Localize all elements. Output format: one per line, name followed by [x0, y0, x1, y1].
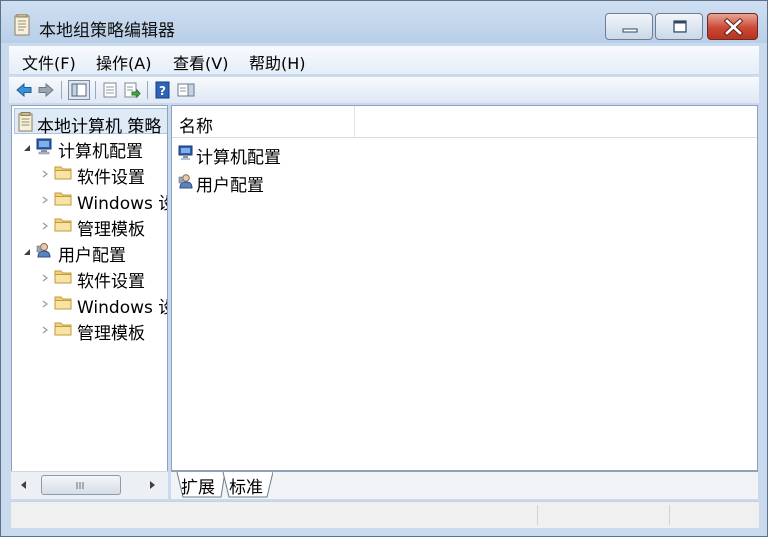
scroll-thumb[interactable]: [41, 475, 121, 495]
toolbar-separator: [61, 81, 62, 99]
window-title: 本地组策略编辑器: [39, 21, 175, 41]
properties-icon[interactable]: [101, 81, 119, 99]
tree-node-admin-templates[interactable]: 管理模板: [40, 213, 167, 240]
tab-extended[interactable]: 扩展: [181, 473, 215, 498]
title-bar[interactable]: 本地组策略编辑器: [1, 1, 767, 43]
user-icon: [36, 243, 51, 258]
toolbar-separator: [147, 81, 148, 99]
computer-icon: [178, 145, 193, 160]
minimize-icon: [622, 28, 638, 33]
tree-node-user-config[interactable]: 用户配置: [20, 239, 167, 266]
folder-icon: [54, 322, 72, 336]
maximize-icon: [673, 20, 687, 33]
policy-document-icon: [14, 14, 30, 36]
tree-node-computer-config[interactable]: 计算机配置: [20, 135, 167, 162]
status-divider: [537, 505, 538, 525]
policy-document-icon: [18, 112, 33, 132]
show-action-pane-icon[interactable]: [177, 81, 195, 99]
export-list-icon[interactable]: [123, 81, 141, 99]
minimize-button[interactable]: [605, 13, 653, 40]
collapsed-chevron-icon[interactable]: [40, 325, 50, 335]
tree-node-windows-settings[interactable]: Windows 设置: [40, 291, 167, 318]
folder-icon: [54, 192, 72, 206]
toolbar-separator: [95, 81, 96, 99]
close-icon: [723, 17, 744, 37]
tree-node-windows-settings[interactable]: Windows 设置: [40, 187, 167, 214]
help-icon[interactable]: ?: [154, 81, 172, 99]
list-item-user-config[interactable]: 用户配置: [176, 169, 376, 196]
column-header-row: 名称: [172, 106, 757, 138]
tree-node-software-settings[interactable]: 软件设置: [40, 161, 167, 188]
tree-node-label: 管理模板: [77, 220, 145, 240]
computer-icon: [36, 138, 52, 155]
collapsed-chevron-icon[interactable]: [40, 221, 50, 231]
tree-pane[interactable]: 本地计算机 策略 计算机配置 软件设置 Windows 管理模板 用户配置 软件…: [11, 105, 168, 499]
column-header-label: 名称: [179, 117, 213, 137]
list-item-computer-config[interactable]: 计算机配置: [176, 141, 376, 168]
menu-action[interactable]: 操作(A): [96, 50, 151, 74]
back-icon[interactable]: [15, 81, 33, 99]
menu-help[interactable]: 帮助(H): [249, 50, 306, 74]
maximize-button[interactable]: [655, 13, 703, 40]
folder-icon: [54, 296, 72, 310]
status-bar: [11, 501, 759, 528]
details-pane[interactable]: 名称 计算机配置 用户配置: [171, 105, 758, 471]
close-button[interactable]: [707, 13, 758, 40]
collapsed-chevron-icon[interactable]: [40, 299, 50, 309]
list-item-label: 用户配置: [196, 176, 264, 196]
svg-text:?: ?: [159, 84, 166, 98]
user-icon: [178, 174, 193, 189]
tree-node-label: 管理模板: [77, 324, 145, 344]
toolbar: ?: [9, 76, 759, 103]
folder-icon: [54, 218, 72, 232]
tree-node-label: 用户配置: [58, 246, 126, 266]
tab-standard[interactable]: 标准: [229, 473, 263, 498]
tree-node-label: 软件设置: [77, 168, 145, 188]
collapsed-chevron-icon[interactable]: [40, 169, 50, 179]
status-divider: [669, 505, 670, 525]
tree-node-label: Windows 设置: [77, 194, 167, 214]
tree-node-label: 计算机配置: [58, 142, 143, 162]
forward-icon[interactable]: [37, 81, 55, 99]
collapsed-chevron-icon[interactable]: [40, 273, 50, 283]
list-item-label: 计算机配置: [196, 148, 281, 168]
tree-node-label: 软件设置: [77, 272, 145, 292]
tree-root-local-policy[interactable]: 本地计算机 策略: [16, 110, 167, 137]
tree-node-software-settings[interactable]: 软件设置: [40, 265, 167, 292]
view-tabs: 扩展 标准: [171, 471, 758, 499]
column-header-name[interactable]: 名称: [172, 106, 355, 137]
menu-file[interactable]: 文件(F): [22, 50, 76, 74]
menu-bar: 文件(F) 操作(A) 查看(V) 帮助(H): [9, 46, 759, 74]
scroll-left-arrow-icon[interactable]: [19, 480, 29, 490]
expanded-triangle-icon[interactable]: [22, 247, 32, 257]
folder-icon: [54, 270, 72, 284]
app-window: 本地组策略编辑器 文件(F) 操作(A) 查看(V) 帮助(H) ? 本地计算机…: [0, 0, 768, 537]
tree-root-label: 本地计算机 策略: [37, 117, 162, 137]
collapsed-chevron-icon[interactable]: [40, 195, 50, 205]
tree-node-label: Windows 设置: [77, 298, 167, 318]
expanded-triangle-icon[interactable]: [22, 143, 32, 153]
show-hide-tree-icon[interactable]: [68, 80, 90, 100]
grip-icon: [76, 482, 84, 489]
menu-view[interactable]: 查看(V): [173, 50, 228, 74]
tree-node-admin-templates[interactable]: 管理模板: [40, 317, 167, 344]
tree-horizontal-scrollbar[interactable]: [11, 471, 168, 499]
scroll-right-arrow-icon[interactable]: [147, 480, 157, 490]
folder-icon: [54, 166, 72, 180]
